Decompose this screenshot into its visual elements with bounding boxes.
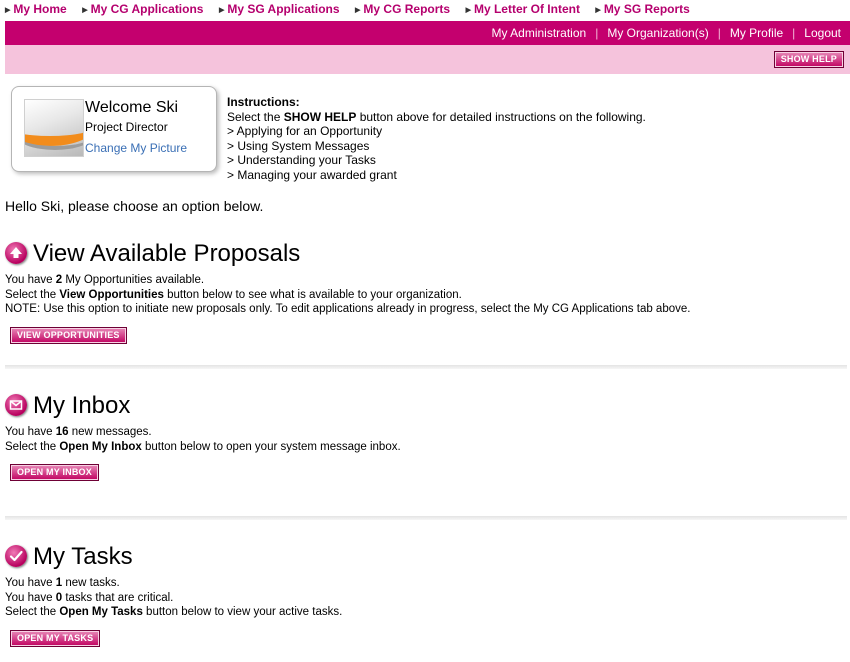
tab-my-sg-reports[interactable]: ▶ My SG Reports	[595, 1, 689, 19]
open-my-tasks-button[interactable]: OPEN MY TASKS	[10, 629, 101, 647]
arrow-right-icon: ▶	[355, 7, 361, 14]
section-header: View Available Proposals	[5, 239, 850, 269]
top-navigation: ▶ My Home ▶ My CG Applications ▶ My SG Appl…	[0, 0, 850, 20]
tab-label: My CG Reports	[363, 2, 451, 16]
text: new tasks.	[62, 577, 120, 589]
text: button below to open your system message…	[141, 440, 401, 453]
show-help-button[interactable]: SHOW HELP	[773, 51, 844, 68]
divider	[5, 365, 847, 369]
button-row: OPEN MY TASKS	[10, 628, 850, 647]
tab-my-sg-applications[interactable]: ▶ My SG Applications	[219, 1, 340, 19]
arrow-right-icon: ▶	[218, 7, 225, 14]
divider	[5, 516, 847, 520]
tab-label: My CG Applications	[90, 2, 204, 16]
text: Select the	[5, 440, 60, 453]
button-row: VIEW OPPORTUNITIES	[10, 325, 850, 344]
admin-bar: My Administration | My Organization(s) | My …	[5, 21, 850, 45]
opportunities-count-line: You have 2 My Opportunities available.	[5, 273, 850, 288]
text: You have	[5, 274, 56, 286]
separator: |	[792, 26, 796, 40]
critical-count-line: You have 0 tasks that are critical.	[5, 591, 850, 606]
my-profile-link[interactable]: My Profile	[730, 26, 783, 40]
text: button below to see what is available to…	[163, 288, 462, 301]
section-title: My Tasks	[33, 543, 133, 570]
tab-label: My SG Reports	[603, 2, 690, 16]
avatar	[24, 99, 84, 157]
open-my-inbox-button[interactable]: OPEN MY INBOX	[10, 464, 99, 482]
greeting: Hello Ski, please choose an option below…	[5, 198, 264, 214]
instruction-line: Select the View Opportunities button bel…	[5, 288, 850, 303]
default-avatar-image	[25, 118, 83, 150]
my-organizations-link[interactable]: My Organization(s)	[607, 26, 708, 40]
tasks-section: My Tasks You have 1 new tasks. You have …	[5, 542, 850, 647]
welcome-title: Welcome Ski	[85, 99, 179, 116]
separator: |	[595, 26, 599, 40]
instruction-item: > Using System Messages	[227, 138, 370, 153]
arrow-right-icon: ▶	[595, 7, 601, 14]
text: You have	[5, 591, 56, 604]
logout-link[interactable]: Logout	[804, 26, 841, 40]
tasks-count-line: You have 1 new tasks.	[5, 576, 850, 591]
messages-count: 16	[55, 426, 69, 438]
arrow-right-icon: ▶	[82, 7, 88, 14]
section-title: View Available Proposals	[33, 240, 301, 267]
instruction-item: > Managing your awarded grant	[227, 167, 397, 182]
instruction-item: > Understanding your Tasks	[227, 153, 376, 168]
button-reference: Open My Tasks	[59, 606, 143, 619]
note-line: NOTE: Use this option to initiate new pr…	[5, 303, 691, 316]
text: button below to view your active tasks.	[142, 606, 343, 619]
section-body: You have 16 new messages. Select the Ope…	[5, 425, 850, 454]
proposals-section: View Available Proposals You have 2 My O…	[5, 239, 850, 344]
inbox-section: My Inbox You have 16 new messages. Selec…	[5, 391, 850, 482]
instruction-line: Select the Open My Tasks button below to…	[5, 605, 850, 620]
text: button above for detailed instructions o…	[356, 109, 646, 124]
view-opportunities-button[interactable]: VIEW OPPORTUNITIES	[10, 326, 127, 344]
section-title: My Inbox	[33, 392, 131, 419]
button-reference: View Opportunities	[59, 288, 164, 301]
text: tasks that are critical.	[62, 591, 174, 604]
my-administration-link[interactable]: My Administration	[492, 26, 587, 40]
tab-label: My Home	[13, 2, 67, 16]
upload-arrow-icon	[5, 242, 27, 264]
text: Select the	[5, 288, 60, 301]
tab-my-cg-applications[interactable]: ▶ My CG Applications	[82, 1, 203, 19]
section-header: My Inbox	[5, 391, 850, 421]
text: new messages.	[68, 426, 152, 438]
show-help-reference: SHOW HELP	[283, 109, 357, 124]
user-role: Project Director	[85, 120, 168, 134]
text: My Opportunities available.	[62, 274, 205, 286]
text: Select the	[227, 109, 284, 124]
instructions-title: Instructions:	[227, 95, 300, 109]
arrow-right-icon: ▶	[5, 7, 11, 14]
tab-my-home[interactable]: ▶ My Home	[5, 1, 67, 19]
button-row: OPEN MY INBOX	[10, 462, 850, 482]
arrow-right-icon: ▶	[465, 7, 471, 14]
instruction-line: Select the Open My Inbox button below to…	[5, 440, 850, 455]
instructions: Instructions: Select the SHOW HELP butto…	[227, 95, 646, 183]
section-body: You have 1 new tasks. You have 0 tasks t…	[5, 576, 850, 620]
separator: |	[717, 26, 721, 40]
help-bar: SHOW HELP	[5, 45, 850, 74]
tab-label: My SG Applications	[227, 2, 340, 16]
tab-my-letter-of-intent[interactable]: ▶ My Letter Of Intent	[466, 1, 580, 19]
messages-count-line: You have 16 new messages.	[5, 425, 850, 440]
instructions-line: Select the SHOW HELP button above for de…	[227, 110, 646, 125]
envelope-icon	[5, 394, 27, 416]
section-body: You have 2 My Opportunities available. S…	[5, 273, 850, 317]
text: Select the	[5, 606, 60, 619]
tab-my-cg-reports[interactable]: ▶ My CG Reports	[355, 1, 450, 19]
change-picture-link[interactable]: Change My Picture	[85, 141, 187, 155]
instruction-item: > Applying for an Opportunity	[227, 124, 383, 139]
text: You have	[5, 577, 56, 589]
text: You have	[5, 426, 56, 438]
tab-label: My Letter Of Intent	[473, 2, 580, 16]
checkmark-icon	[5, 545, 27, 567]
welcome-card: Welcome Ski Project Director Change My P…	[11, 86, 217, 172]
section-header: My Tasks	[5, 542, 850, 572]
button-reference: Open My Inbox	[59, 440, 142, 453]
